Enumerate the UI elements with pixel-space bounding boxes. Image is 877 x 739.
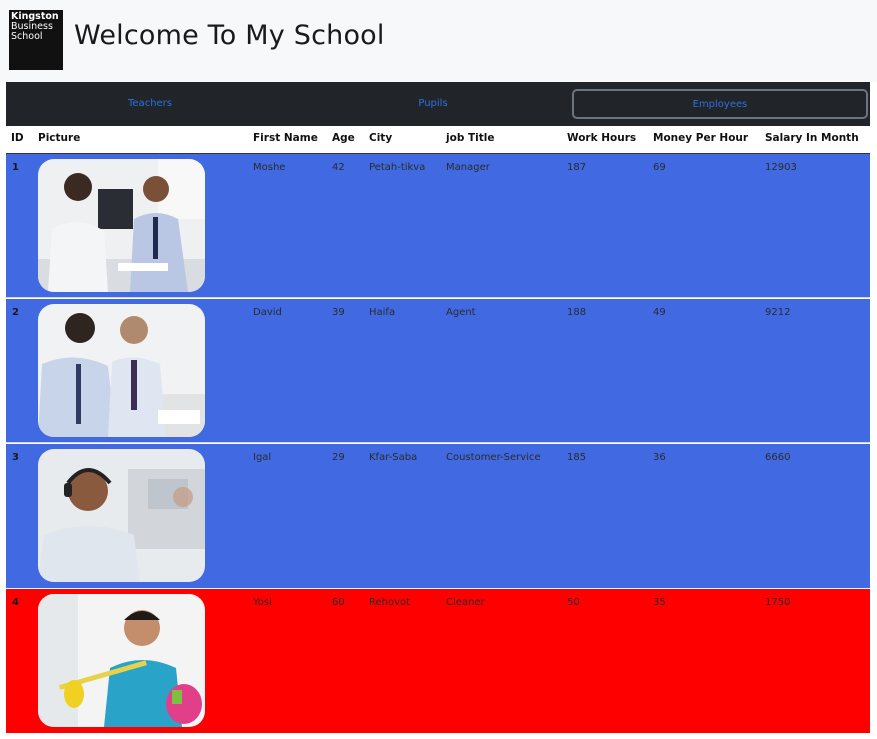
table-row: 2 David 39 Haifa Agent 188 49 9212: [6, 299, 870, 443]
cell-first-name: Moshe: [253, 162, 286, 173]
tab-teachers[interactable]: Teachers: [6, 82, 294, 126]
cell-money-per-hour: 69: [653, 162, 666, 173]
cell-job-title: Cleaner: [446, 597, 485, 608]
col-header-money-per-hour: Money Per Hour: [653, 132, 749, 144]
cell-id: 2: [12, 307, 19, 318]
cell-first-name: Igal: [253, 452, 272, 463]
tab-pupils[interactable]: Pupils: [294, 82, 572, 126]
nav-bar: Teachers Pupils Employees: [6, 82, 870, 126]
col-header-work-hours: Work Hours: [567, 132, 637, 144]
page-header: Kingston Business School Welcome To My S…: [0, 0, 877, 82]
cell-work-hours: 185: [567, 452, 587, 463]
school-logo: Kingston Business School: [9, 10, 63, 70]
col-header-job-title: job Title: [446, 132, 495, 144]
cell-salary-in-month: 9212: [765, 307, 791, 318]
col-header-first-name: First Name: [253, 132, 318, 144]
cell-salary-in-month: 6660: [765, 452, 791, 463]
cell-money-per-hour: 49: [653, 307, 666, 318]
cell-salary-in-month: 1750: [765, 597, 791, 608]
cell-money-per-hour: 35: [653, 597, 666, 608]
employee-photo: [38, 449, 205, 582]
cell-job-title: Coustomer-Service: [446, 452, 541, 463]
cell-salary-in-month: 12903: [765, 162, 797, 173]
col-header-salary-in-month: Salary In Month: [765, 132, 859, 144]
tab-employees[interactable]: Employees: [572, 89, 868, 119]
cell-age: 29: [332, 452, 345, 463]
employee-photo: [38, 304, 205, 437]
cell-job-title: Manager: [446, 162, 490, 173]
cell-first-name: David: [253, 307, 282, 318]
cell-id: 1: [12, 162, 19, 173]
col-header-city: City: [369, 132, 393, 144]
cell-age: 42: [332, 162, 345, 173]
employee-photo: [38, 594, 205, 727]
cell-city: Kfar-Saba: [369, 452, 418, 463]
cell-city: Rehovot: [369, 597, 411, 608]
page-title: Welcome To My School: [74, 20, 385, 51]
logo-line-3: School: [11, 31, 43, 42]
cell-first-name: Yosi: [253, 597, 272, 608]
cell-job-title: Agent: [446, 307, 476, 318]
col-header-id: ID: [11, 132, 24, 144]
table-row: 3 Igal 29 Kfar-Saba Coustomer-Service 18…: [6, 444, 870, 588]
cell-work-hours: 50: [567, 597, 580, 608]
cell-age: 39: [332, 307, 345, 318]
cell-age: 60: [332, 597, 345, 608]
table-header: ID Picture First Name Age City job Title…: [6, 126, 870, 154]
cell-id: 4: [12, 597, 19, 608]
employee-photo: [38, 159, 205, 292]
col-header-picture: Picture: [38, 132, 81, 144]
table-row: 1 Moshe 42 Petah-tikva Manager 187 69 12…: [6, 154, 870, 298]
cell-work-hours: 188: [567, 307, 587, 318]
cell-id: 3: [12, 452, 19, 463]
cell-work-hours: 187: [567, 162, 587, 173]
col-header-age: Age: [332, 132, 355, 144]
cell-city: Petah-tikva: [369, 162, 426, 173]
cell-city: Haifa: [369, 307, 396, 318]
table-row: 4 Yosi 60 Rehovot Cleaner 50 35 1750: [6, 589, 870, 733]
cell-money-per-hour: 36: [653, 452, 666, 463]
